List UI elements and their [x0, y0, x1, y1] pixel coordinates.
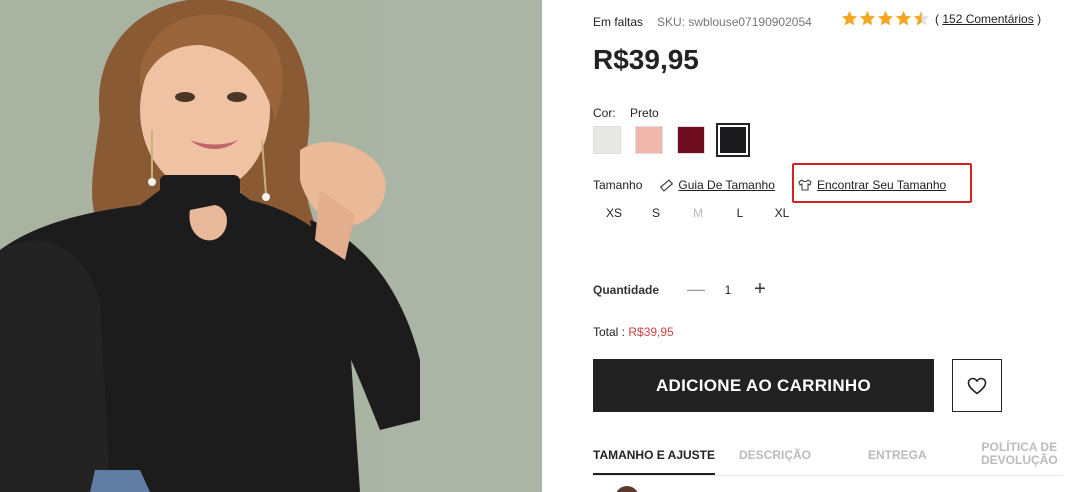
wishlist-button[interactable]	[952, 359, 1002, 412]
color-selected-value: Preto	[630, 106, 659, 120]
color-swatch-pink[interactable]	[635, 126, 663, 154]
quantity-value[interactable]: 1	[723, 283, 733, 297]
quantity-label: Quantidade	[593, 282, 660, 297]
color-row: Cor: Preto	[593, 106, 659, 120]
active-tab-indicator	[593, 473, 715, 475]
star-icon	[877, 10, 894, 26]
color-label: Cor:	[593, 106, 616, 120]
size-label: Tamanho	[593, 178, 643, 192]
color-swatch-white[interactable]	[593, 126, 621, 154]
total-label: Total :	[593, 325, 629, 339]
add-to-cart-button[interactable]: ADICIONE AO CARRINHO	[593, 359, 934, 412]
product-price: R$39,95	[593, 44, 699, 75]
size-option-xl[interactable]: XL	[761, 206, 803, 220]
size-options: XS S M L XL	[593, 206, 803, 220]
stock-sku-row: Em faltas SKU: swblouse07190902054	[593, 15, 812, 29]
sku-text: SKU: swblouse07190902054	[657, 15, 812, 29]
product-image	[0, 0, 542, 492]
tab-shipping[interactable]: ENTREGA	[868, 448, 927, 462]
find-size-link[interactable]: Encontrar Seu Tamanho	[798, 178, 946, 192]
quantity-increase-button[interactable]: +	[751, 278, 769, 301]
star-icon	[859, 10, 876, 26]
tab-size-fit[interactable]: TAMANHO E AJUSTE	[593, 448, 715, 462]
size-option-l[interactable]: L	[719, 206, 761, 220]
quantity-stepper: Quantidade — 1 +	[593, 278, 769, 301]
size-option-s[interactable]: S	[635, 206, 677, 220]
total-amount: R$39,95	[628, 325, 674, 339]
color-swatches	[593, 123, 761, 157]
tab-divider	[593, 475, 1063, 476]
color-swatch-burgundy[interactable]	[677, 126, 705, 154]
star-icon	[841, 10, 858, 26]
star-icon	[895, 10, 912, 26]
shirt-icon	[798, 179, 812, 191]
ruler-icon	[660, 178, 674, 192]
product-info-tabs: TAMANHO E AJUSTE DESCRIÇÃO ENTREGA POLÍT…	[593, 440, 1063, 492]
quantity-decrease-button[interactable]: —	[687, 279, 705, 300]
star-half-icon	[913, 10, 930, 26]
size-option-xs[interactable]: XS	[593, 206, 635, 220]
rating: ( 152 Comentários )	[841, 10, 1041, 27]
reviews-count: 152 Comentários	[942, 11, 1034, 26]
total-row: Total : R$39,95	[593, 325, 674, 339]
size-row: Tamanho Guia De Tamanho	[593, 178, 775, 192]
size-option-m[interactable]: M	[677, 206, 719, 220]
content-thumbnail	[615, 486, 639, 492]
size-guide-link[interactable]: Guia De Tamanho	[660, 178, 775, 192]
heart-icon	[967, 377, 987, 395]
color-swatch-black[interactable]	[716, 123, 750, 157]
stock-status: Em faltas	[593, 15, 644, 29]
tab-description[interactable]: DESCRIÇÃO	[739, 448, 811, 462]
product-details-panel: Em faltas SKU: swblouse07190902054 ( 152…	[593, 0, 1063, 492]
tab-return-policy[interactable]: POLÍTICA DE DEVOLUÇÃO	[981, 441, 1058, 467]
reviews-link[interactable]: ( 152 Comentários )	[935, 12, 1041, 26]
